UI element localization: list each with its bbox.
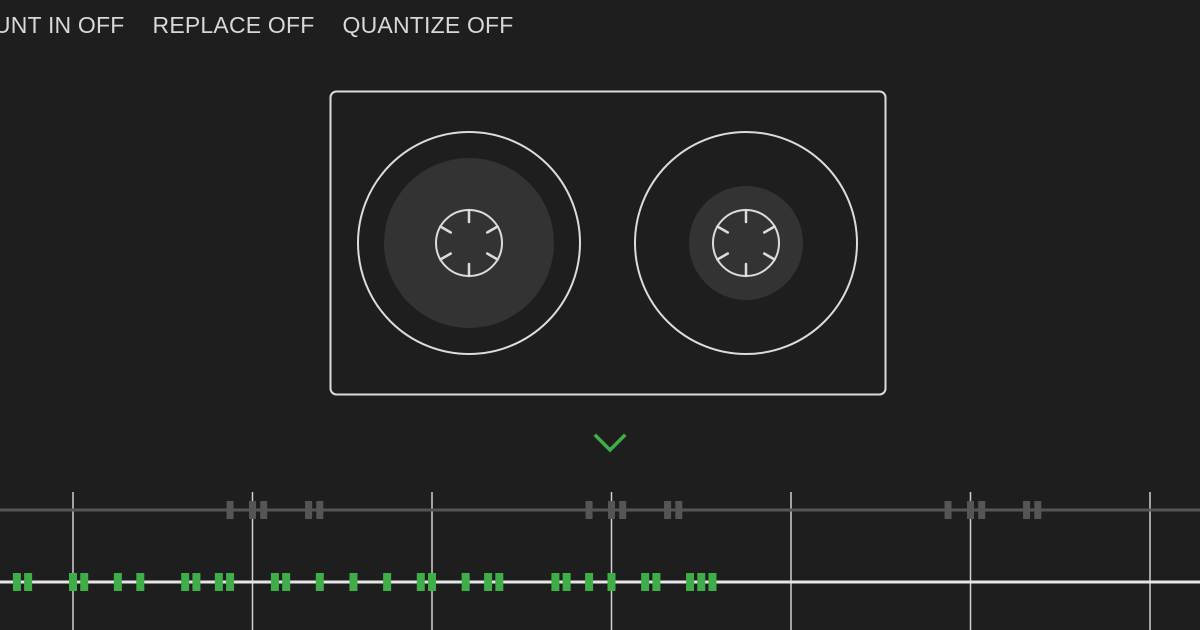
recorded-note[interactable] [551,573,560,591]
ghost-note [305,501,313,519]
cassette-tape-icon [329,90,887,396]
ghost-note [585,501,593,519]
right-reel [634,131,858,355]
recorded-note[interactable] [562,573,571,591]
ghost-note [619,501,627,519]
recorded-note[interactable] [80,573,89,591]
recorded-note[interactable] [181,573,190,591]
recorded-note[interactable] [214,573,223,591]
recorded-note[interactable] [349,573,358,591]
ghost-note [316,501,324,519]
recorded-note[interactable] [192,573,201,591]
recorded-note[interactable] [416,573,425,591]
recorded-note[interactable] [607,573,616,591]
ghost-note [675,501,683,519]
right-reel-tape [689,186,803,300]
recorder-stage: COUNT IN OFF REPLACE OFF QUANTIZE OFF [0,0,1200,630]
recorded-note[interactable] [24,573,33,591]
recorded-note[interactable] [282,573,291,591]
recorded-note[interactable] [315,573,324,591]
ghost-note [944,501,952,519]
left-reel [357,131,581,355]
ghost-note [249,501,256,519]
ghost-note [226,501,234,519]
recorded-note[interactable] [12,573,21,591]
left-reel-tape [384,158,554,328]
ghost-note [260,501,268,519]
recorded-note[interactable] [697,573,706,591]
recorded-note[interactable] [461,573,470,591]
recorded-note[interactable] [484,573,493,591]
recorded-note[interactable] [383,573,392,591]
recorded-note[interactable] [641,573,650,591]
ghost-note [664,501,672,519]
recorded-note[interactable] [226,573,235,591]
recorded-note[interactable] [428,573,436,591]
chevron-down-icon[interactable] [591,430,631,458]
ghost-note [1023,501,1031,519]
recorded-note[interactable] [708,573,717,591]
recorded-note[interactable] [270,573,279,591]
recorded-note[interactable] [686,573,695,591]
note-timeline[interactable] [0,480,1200,630]
recorded-note[interactable] [585,573,594,591]
recorded-note[interactable] [69,573,77,591]
recorded-note[interactable] [652,573,661,591]
ghost-note [967,501,974,519]
ghost-note [1034,501,1042,519]
recorded-note[interactable] [136,573,145,591]
ghost-note [978,501,986,519]
recorded-note[interactable] [113,573,122,591]
recorded-note[interactable] [495,573,504,591]
ghost-note [608,501,615,519]
